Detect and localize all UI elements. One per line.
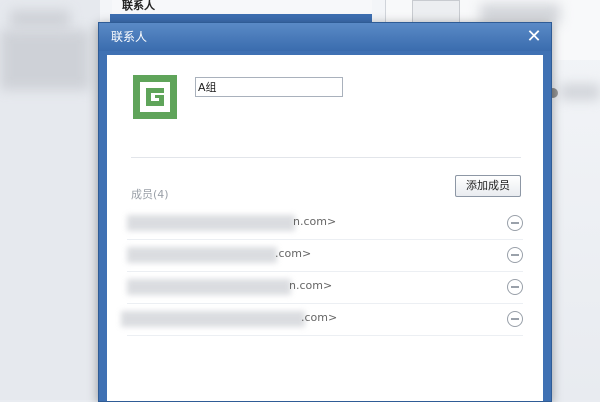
dialog-content: 成员(4) 添加成员 n.com> .com> n.com> .com> [107,55,543,401]
dialog-title: 联系人 [111,30,148,44]
minus-circle-icon[interactable] [507,215,523,231]
members-count-label: 成员(4) [131,188,169,201]
blurred-region [560,84,600,100]
divider [131,157,521,158]
minus-circle-icon[interactable] [507,279,523,295]
member-email: n.com> [289,279,333,292]
redacted-email [127,215,295,231]
dialog-titlebar[interactable]: 联系人 ✕ [99,23,551,51]
background-window-label: 联系人 [122,0,155,12]
member-row[interactable]: .com> [121,303,523,336]
member-email: n.com> [293,215,337,228]
blurred-region [480,4,560,24]
member-email: .com> [301,311,338,324]
member-row[interactable]: .com> [127,239,523,272]
minus-circle-icon[interactable] [507,311,523,327]
close-icon[interactable]: ✕ [523,26,545,48]
contact-group-dialog: 联系人 ✕ 成员(4) 添加成员 n.com> .com> n.com> [98,22,552,402]
group-name-input[interactable] [195,77,343,97]
add-member-button[interactable]: 添加成员 [455,175,521,197]
redacted-email [127,279,291,295]
blurred-region [0,30,90,90]
member-row[interactable]: n.com> [127,207,523,240]
member-row[interactable]: n.com> [127,271,523,304]
background-window-bar [110,14,372,22]
redacted-email [127,247,277,263]
blurred-region [10,10,70,28]
redacted-email [121,311,305,327]
group-logo-icon [133,75,177,119]
member-email: .com> [275,247,312,260]
minus-circle-icon[interactable] [507,247,523,263]
